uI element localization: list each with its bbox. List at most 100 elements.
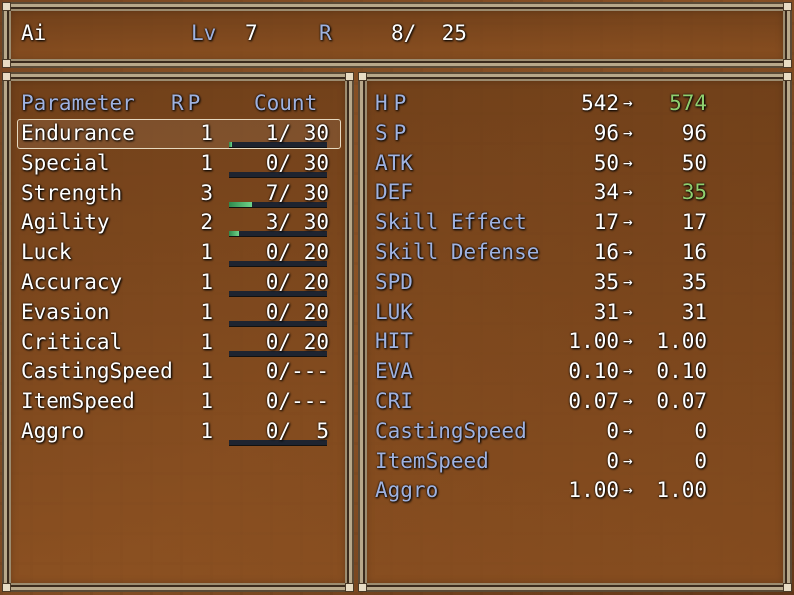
frame-corner	[345, 72, 354, 81]
parameter-name: Luck	[21, 240, 72, 265]
parameter-name: CastingSpeed	[21, 359, 173, 384]
arrow-right-icon: →	[623, 152, 633, 172]
stat-next-value: 0.10	[656, 359, 707, 384]
stat-current-value: 31	[593, 299, 619, 324]
stat-name: SPD	[375, 269, 413, 294]
frame-corner	[345, 583, 354, 592]
parameter-rp-cost: 1	[200, 329, 213, 354]
parameter-rp-cost: 2	[200, 210, 213, 235]
parameter-rp-cost: 3	[200, 180, 213, 205]
parameter-count: 7/ 30	[265, 180, 329, 205]
stat-name: ATK	[375, 150, 413, 175]
stat-name: Skill Effect	[375, 210, 527, 235]
stat-row: ItemSpeed 0 → 0	[363, 447, 787, 477]
frame-corner	[358, 72, 367, 81]
stat-current-value: 35	[593, 269, 619, 294]
stat-next-value: 1.00	[656, 478, 707, 503]
parameter-rp-cost: 1	[200, 150, 213, 175]
arrow-right-icon: →	[623, 212, 633, 232]
stat-name: HP	[375, 91, 413, 115]
parameter-row[interactable]: Endurance 1 1/ 30	[7, 119, 349, 149]
frame-corner	[358, 583, 367, 592]
stat-row: DEF 34 → 35	[363, 178, 787, 208]
frame-corner	[2, 2, 11, 11]
level-value: 7	[245, 21, 258, 45]
stat-row: ATK 50 → 50	[363, 149, 787, 179]
parameter-row[interactable]: Aggro 1 0/ 5	[7, 417, 349, 447]
parameter-row[interactable]: Accuracy 1 0/ 20	[7, 268, 349, 298]
arrow-right-icon: →	[623, 242, 633, 261]
parameter-row[interactable]: Luck 1 0/ 20	[7, 238, 349, 268]
actor-name: Ai	[21, 21, 47, 45]
parameter-row[interactable]: Special 1 0/ 30	[7, 149, 349, 179]
stat-name: CRI	[375, 389, 413, 413]
stat-next-value: 35	[681, 180, 707, 205]
parameter-count: 3/ 30	[265, 210, 329, 235]
stat-row: Skill Effect 17 → 17	[363, 208, 787, 238]
parameter-row[interactable]: Evasion 1 0/ 20	[7, 298, 349, 328]
parameter-count: 0/ 20	[265, 329, 329, 354]
stat-name: ItemSpeed	[375, 448, 489, 473]
parameter-rp-cost: 1	[200, 389, 213, 414]
arrow-right-icon: →	[623, 331, 633, 351]
parameter-rp-cost: 1	[200, 419, 213, 443]
stat-current-value: 96	[593, 120, 619, 145]
arrow-right-icon: →	[623, 420, 633, 440]
parameter-name: ItemSpeed	[21, 389, 135, 414]
stat-current-value: 1.00	[568, 329, 619, 354]
parameter-name: Evasion	[21, 299, 110, 324]
parameter-count: 0/ 20	[265, 270, 329, 294]
stat-next-value: 1.00	[656, 329, 707, 354]
stat-next-value: 574	[669, 91, 707, 115]
stat-row: SP 96 → 96	[363, 119, 787, 149]
parameter-row[interactable]: Agility 2 3/ 30	[7, 208, 349, 238]
parameter-count: 1/ 30	[265, 121, 329, 145]
arrow-right-icon: →	[623, 450, 633, 470]
parameter-list-window: Parameter RP Count Endurance 1 1/ 30 Specia…	[2, 72, 354, 592]
parameter-count: 0/ 5	[265, 419, 329, 443]
stat-row: CastingSpeed 0 → 0	[363, 417, 787, 447]
stat-current-value: 17	[593, 210, 619, 235]
parameter-rp-cost: 1	[200, 270, 213, 294]
stat-next-value: 0	[694, 448, 707, 473]
stat-next-value: 50	[681, 150, 707, 175]
stat-row: SPD 35 → 35	[363, 268, 787, 298]
stat-name: LUK	[375, 299, 413, 324]
stat-next-value: 0.07	[656, 389, 707, 413]
parameter-rp-cost: 1	[200, 359, 213, 384]
parameter-row[interactable]: ItemSpeed 1 0/---	[7, 387, 349, 417]
arrow-right-icon: →	[623, 122, 633, 142]
stat-row: Aggro 1.00 → 1.00	[363, 476, 787, 506]
arrow-right-icon: →	[623, 361, 633, 381]
stat-preview-window: HP 542 → 574 SP 96 → 96 ATK 50 → 50 DEF 34 → 35 Skill Ef…	[358, 72, 792, 592]
frame-corner	[783, 2, 792, 11]
stat-name: EVA	[375, 359, 413, 384]
arrow-right-icon: →	[623, 301, 633, 321]
parameter-count: 0/ 30	[265, 150, 329, 175]
parameter-row[interactable]: Critical 1 0/ 20	[7, 328, 349, 358]
stat-next-value: 35	[681, 269, 707, 294]
parameter-rp-cost: 1	[200, 121, 213, 145]
arrow-right-icon: →	[623, 182, 633, 202]
stat-row: HP 542 → 574	[363, 89, 787, 119]
level-label: Lv	[191, 21, 217, 45]
stat-next-value: 16	[681, 240, 707, 264]
parameter-name: Critical	[21, 329, 123, 354]
parameter-name: Endurance	[21, 121, 135, 145]
column-header-count: Count	[254, 91, 318, 115]
parameter-row[interactable]: Strength 3 7/ 30	[7, 179, 349, 209]
frame-corner	[783, 72, 792, 81]
stat-next-value: 31	[681, 299, 707, 324]
parameter-row[interactable]: CastingSpeed 1 0/---	[7, 357, 349, 387]
stat-row: Skill Defense 16 → 16	[363, 238, 787, 268]
stat-next-value: 0	[694, 418, 707, 443]
stat-row: CRI 0.07 → 0.07	[363, 387, 787, 417]
parameter-rp-cost: 1	[200, 299, 213, 324]
stat-name: CastingSpeed	[375, 418, 527, 443]
stat-row: EVA 0.10 → 0.10	[363, 357, 787, 387]
parameter-count: 0/---	[265, 389, 329, 414]
stat-current-value: 542	[581, 91, 619, 115]
frame-corner	[2, 72, 11, 81]
column-header-parameter: Parameter	[21, 91, 135, 115]
actor-status-window: Ai Lv 7 R 8/ 25	[2, 2, 792, 68]
